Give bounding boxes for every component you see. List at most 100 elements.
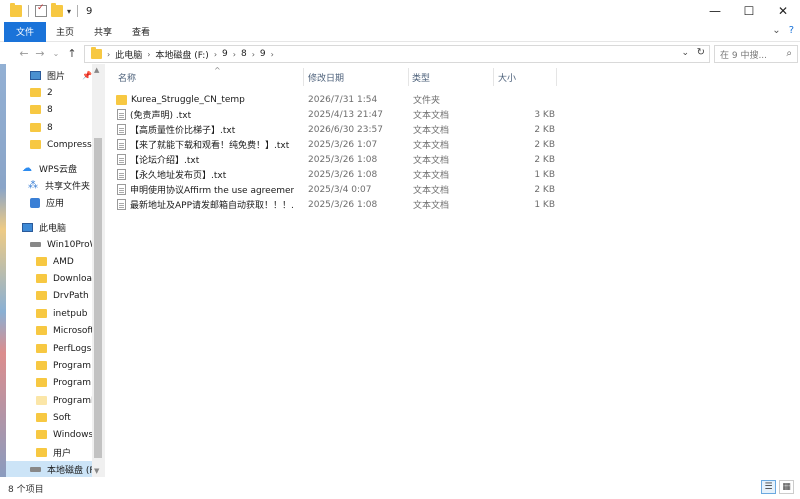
file-row[interactable]: 【论坛介绍】.txt 2025/3/26 1:08 文本文档 2 KB (116, 152, 556, 167)
maximize-button[interactable]: ☐ (732, 0, 766, 22)
nav-item-programdata[interactable]: ProgramD (36, 392, 98, 409)
nav-item-this-pc[interactable]: 此电脑 (22, 219, 66, 236)
file-list: 名称 ^ 修改日期 类型 大小 Kurea_Struggle_CN_temp 2… (108, 64, 800, 477)
refresh-icon[interactable]: ↻ (697, 47, 705, 58)
breadcrumb-folder[interactable]: 8 (241, 49, 247, 59)
file-row[interactable]: (免责声明) .txt 2025/4/13 21:47 文本文档 3 KB (116, 107, 556, 122)
tab-file[interactable]: 文件 (4, 21, 46, 42)
column-separator[interactable] (408, 68, 409, 86)
nav-item-inetpub[interactable]: inetpub (36, 305, 87, 322)
file-row[interactable]: 申明使用协议Affirm the use agreemen... 2025/3/… (116, 182, 556, 197)
file-row[interactable]: 最新地址及APP请发邮箱自动获取！！！.... 2025/3/26 1:08 文… (116, 197, 556, 212)
column-header-size[interactable]: 大小 (498, 68, 558, 86)
column-separator[interactable] (493, 68, 494, 86)
file-size: 2 KB (534, 184, 555, 195)
folder-icon (36, 274, 47, 283)
file-date: 2026/6/30 23:57 (308, 124, 383, 135)
file-date: 2026/7/31 1:54 (308, 94, 378, 105)
address-bar[interactable]: › 此电脑 › 本地磁盘 (F:) › 9 › 8 › 9 › ⌄ ↻ (84, 45, 710, 63)
breadcrumb-this-pc[interactable]: 此电脑 (115, 48, 142, 61)
file-size (496, 92, 555, 107)
pane-divider[interactable] (104, 64, 105, 477)
breadcrumb-drive[interactable]: 本地磁盘 (F:) (155, 48, 208, 61)
column-header-type[interactable]: 类型 (412, 68, 492, 86)
details-view-icon[interactable]: ☰ (761, 480, 776, 494)
nav-item-perflogs[interactable]: PerfLogs (36, 340, 91, 357)
nav-item-windows[interactable]: Windows (36, 426, 93, 443)
nav-item-drvpath[interactable]: DrvPath (36, 287, 89, 304)
file-size: 1 KB (534, 169, 555, 180)
search-placeholder: 在 9 中搜... (720, 50, 768, 61)
search-input[interactable]: 在 9 中搜... ⌕ (714, 45, 798, 63)
nav-item-pictures[interactable]: 图片 (30, 67, 65, 84)
file-name: 【来了就能下载和观看！纯免费！】.txt (130, 141, 290, 151)
nav-item-folder-2[interactable]: 2 (30, 84, 53, 101)
column-separator[interactable] (303, 68, 304, 86)
nav-item-shared-folder[interactable]: ⁂ 共享文件夹 (28, 177, 90, 194)
file-row[interactable]: 【高质量性价比梯子】.txt 2026/6/30 23:57 文本文档 2 KB (116, 122, 556, 137)
new-folder-icon[interactable] (51, 3, 63, 17)
scroll-up-icon[interactable]: ▲ (94, 66, 99, 74)
up-arrow-icon[interactable]: ↑ (64, 47, 80, 60)
tab-home[interactable]: 主页 (46, 22, 84, 42)
search-icon[interactable]: ⌕ (786, 48, 792, 59)
nav-item-drive-f[interactable]: 本地磁盘 (F: (30, 461, 97, 477)
nav-item-program-files[interactable]: Program I (36, 357, 97, 374)
nav-label: Program I (53, 377, 97, 388)
back-arrow-icon[interactable]: ← (16, 47, 32, 60)
file-row[interactable]: Kurea_Struggle_CN_temp 2026/7/31 1:54 文件… (116, 92, 556, 107)
nav-item-apps[interactable]: 应用 (30, 194, 64, 211)
nav-item-wps-cloud[interactable]: ☁ WPS云盘 (22, 160, 77, 177)
column-label: 修改日期 (308, 73, 345, 84)
column-header-date[interactable]: 修改日期 (308, 68, 403, 86)
recent-locations-icon[interactable]: ⌄ (48, 49, 64, 58)
breadcrumb-folder[interactable]: 9 (222, 49, 228, 59)
file-type: 文本文档 (413, 186, 450, 196)
item-count: 8 个项目 (8, 484, 44, 495)
tab-share[interactable]: 共享 (84, 22, 122, 42)
nav-label: DrvPath (53, 290, 89, 301)
drive-icon (30, 467, 41, 472)
nav-item-downloads[interactable]: Downloa (36, 270, 92, 287)
tab-view[interactable]: 查看 (122, 22, 160, 42)
ribbon-right-controls: ⌄ ? (772, 25, 794, 36)
quick-access-toolbar: ▾ (10, 3, 80, 17)
nav-item-microsoft[interactable]: Microsoft (36, 322, 94, 339)
minimize-button[interactable]: — (698, 0, 732, 22)
nav-item-amd[interactable]: AMD (36, 253, 74, 270)
large-icons-view-icon[interactable]: ▦ (779, 480, 794, 494)
breadcrumb-folder[interactable]: 9 (260, 49, 266, 59)
nav-item-folder-8[interactable]: 8 (30, 119, 53, 136)
file-row[interactable]: 【来了就能下载和观看！纯免费！】.txt 2025/3/26 1:07 文本文档… (116, 137, 556, 152)
pin-icon[interactable]: 📌 (82, 71, 92, 80)
nav-item-compressed[interactable]: Compresse (30, 136, 97, 153)
help-icon[interactable]: ? (789, 25, 794, 36)
nav-label: Program I (53, 360, 97, 371)
nav-item-users[interactable]: 用户 (36, 444, 71, 461)
column-header-name[interactable]: 名称 ^ (118, 66, 298, 86)
folder-icon (30, 88, 41, 97)
nav-item-drive-c[interactable]: Win10ProW (30, 236, 99, 253)
nav-label: inetpub (53, 308, 88, 319)
file-row[interactable]: 【永久地址发布页】.txt 2025/3/26 1:08 文本文档 1 KB (116, 167, 556, 182)
file-type: 文本文档 (413, 156, 450, 166)
chevron-down-icon[interactable]: ⌄ (681, 48, 689, 58)
scrollbar-thumb[interactable] (94, 138, 102, 458)
title-bar: ▾ 9 — ☐ ✕ (0, 0, 800, 22)
scroll-down-icon[interactable]: ▼ (94, 467, 99, 475)
nav-item-soft[interactable]: Soft (36, 409, 71, 426)
column-separator[interactable] (556, 68, 557, 86)
nav-label: AMD (53, 256, 74, 267)
nav-label: 8 (47, 122, 53, 133)
app-icon (30, 197, 40, 208)
nav-item-program-files-x86[interactable]: Program I (36, 374, 97, 391)
nav-item-folder-8[interactable]: 8 (30, 101, 53, 118)
properties-icon[interactable] (35, 3, 47, 17)
ribbon-tabs: 文件 主页 共享 查看 ⌄ ? (0, 21, 800, 42)
close-button[interactable]: ✕ (766, 0, 800, 22)
nav-scrollbar[interactable]: ▲ ▼ (92, 64, 104, 477)
chevron-down-icon[interactable]: ⌄ (772, 25, 780, 36)
customize-toolbar-icon[interactable]: ▾ (67, 7, 71, 16)
window-controls: — ☐ ✕ (698, 0, 800, 22)
forward-arrow-icon[interactable]: → (32, 47, 48, 60)
